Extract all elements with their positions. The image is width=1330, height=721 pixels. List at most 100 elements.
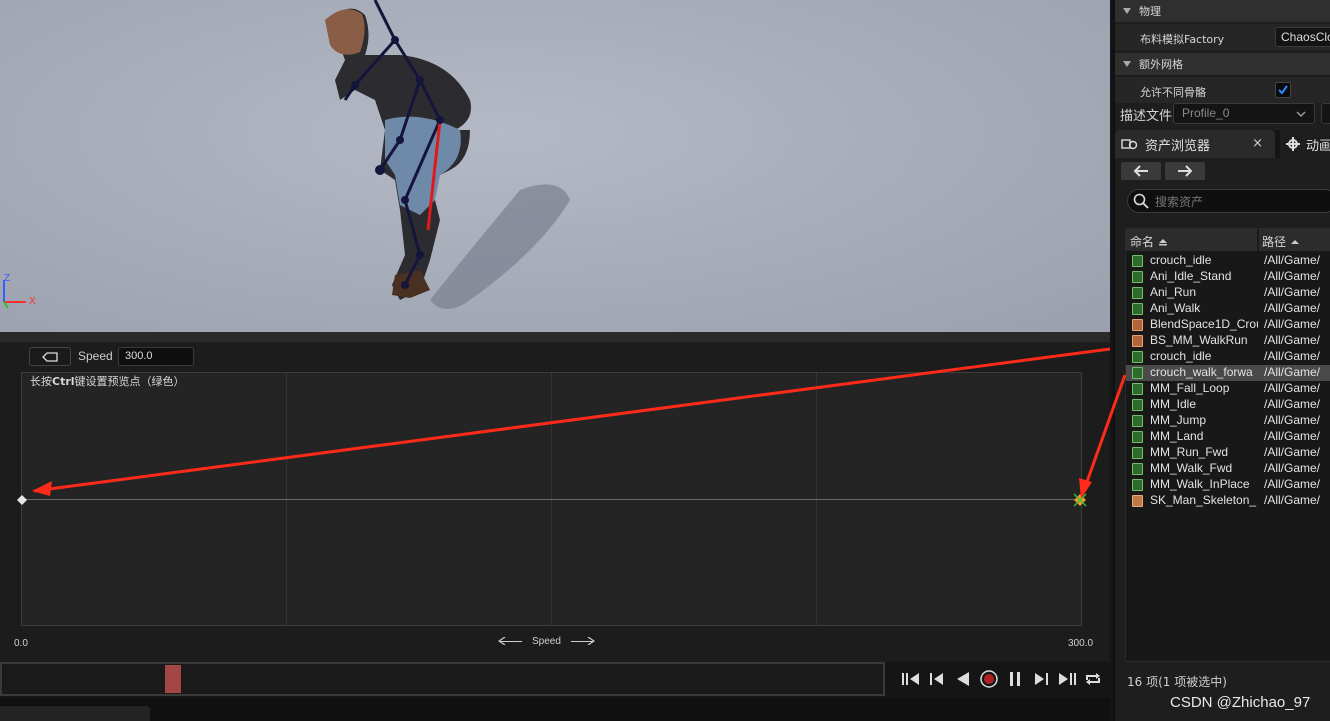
animation-sequence-icon [1132,367,1143,379]
category-title: 物理 [1139,5,1161,18]
sample-axis-line [22,499,1081,500]
play-reverse-button[interactable] [952,667,974,691]
pause-icon [1010,672,1020,686]
asset-path: /All/Game/ [1264,413,1321,427]
asset-row[interactable]: Ani_Walk/All/Game/ [1126,301,1330,317]
skip-to-start-button[interactable] [900,667,922,691]
tag-icon [42,351,58,362]
asset-path: /All/Game/ [1264,285,1321,299]
asset-row[interactable]: Ani_Idle_Stand/All/Game/ [1126,269,1330,285]
profile-row: 描述文件 Profile_0 [1115,102,1330,126]
allow-diff-skeleton-checkbox[interactable] [1275,82,1291,98]
asset-path: /All/Game/ [1264,445,1321,459]
character-figure [325,0,570,309]
speed-input[interactable]: 300.0 [118,347,194,366]
asset-path: /All/Game/ [1264,477,1321,491]
asset-name: crouch_walk_forwa [1150,365,1253,379]
asset-row[interactable]: MM_Idle/All/Game/ [1126,397,1330,413]
property-allow-diff-skeleton: 允许不同骨骼 [1115,77,1330,103]
sort-asc-icon [1291,239,1300,244]
axis-x-label: X [29,296,36,307]
skip-to-end-button[interactable] [1056,667,1078,691]
animation-sequence-icon [1132,415,1143,427]
back-button[interactable] [1121,162,1161,180]
forward-button[interactable] [1165,162,1205,180]
asset-row[interactable]: BlendSpace1D_Crou/All/Game/ [1126,317,1330,333]
cloth-factory-dropdown[interactable]: ChaosClo [1275,27,1330,47]
playhead[interactable] [165,665,181,693]
arrow-right-icon [570,637,595,645]
asset-path: /All/Game/ [1264,429,1321,443]
blendspace-icon [1132,335,1143,347]
animation-sequence-icon [1132,271,1143,283]
tab-asset-browser[interactable]: 资产浏览器 × [1115,130,1275,158]
animation-viewport[interactable]: Z X [0,0,1110,334]
record-button[interactable] [978,667,1000,691]
asset-row[interactable]: crouch_idle/All/Game/ [1126,349,1330,365]
loop-icon [1086,673,1100,685]
asset-path: /All/Game/ [1264,397,1321,411]
skeleton-icon [1132,495,1143,507]
column-separator[interactable] [1257,229,1259,251]
bottom-tab[interactable] [0,706,150,721]
asset-path: /All/Game/ [1264,493,1321,507]
speed-label: Speed [78,349,113,363]
step-forward-button[interactable] [1030,667,1052,691]
sample-point-start[interactable] [16,494,28,506]
category-physics[interactable]: 物理 [1115,0,1330,22]
skip-end-icon [1059,673,1076,685]
right-side-panel: 物理 布料模拟Factory ChaosClo 额外网格 允许不同骨骼 描述文件… [1113,0,1330,721]
asset-row[interactable]: SK_Man_Skeleton_ /All/Game/ [1126,493,1330,509]
bottom-bar [0,698,1110,721]
asset-name: crouch_idle [1150,349,1212,363]
axis-max-value: 300.0 [1068,638,1094,649]
animation-sequence-icon [1132,447,1143,459]
asset-name: BS_MM_WalkRun [1150,333,1248,347]
viewport-divider [0,332,1110,342]
asset-row[interactable]: crouch_walk_forwa/All/Game/ [1126,365,1330,381]
asset-row[interactable]: MM_Fall_Loop/All/Game/ [1126,381,1330,397]
animation-sequence-icon [1132,255,1143,267]
asset-browser-icon [1121,139,1138,150]
category-title: 额外网格 [1139,58,1183,71]
profile-extra-button[interactable] [1321,103,1330,124]
timeline-scrubber[interactable] [0,662,885,696]
property-label: 布料模拟Factory [1140,33,1225,46]
toggle-input-button[interactable] [29,347,71,366]
asset-row[interactable]: MM_Run_Fwd/All/Game/ [1126,445,1330,461]
asset-search-input[interactable]: 搜索资产 [1127,189,1330,213]
asset-row[interactable]: BS_MM_WalkRun/All/Game/ [1126,333,1330,349]
record-icon [980,670,998,688]
axis-min-value: 0.0 [14,638,28,649]
tab-animation[interactable]: 动画 [1280,130,1330,158]
asset-row[interactable]: Ani_Run/All/Game/ [1126,285,1330,301]
arrow-left-icon [498,637,522,645]
column-name-header[interactable]: 命名 [1130,233,1168,250]
column-path-header[interactable]: 路径 [1262,233,1300,250]
property-cloth-factory: 布料模拟Factory ChaosClo [1115,24,1330,50]
asset-row[interactable]: MM_Jump/All/Game/ [1126,413,1330,429]
blendspace-editor: Speed 300.0 长按Ctrl键设置预览点（绿色） 0.0 Speed 3… [0,342,1110,662]
animation-sequence-icon [1132,431,1143,443]
close-icon[interactable]: × [1252,136,1263,151]
animation-sequence-icon [1132,303,1143,315]
watermark: CSDN @Zhichao_97 [1170,694,1311,711]
step-back-icon [930,673,943,685]
profile-label: 描述文件 [1120,109,1173,124]
asset-path: /All/Game/ [1264,333,1321,347]
loop-button[interactable] [1082,667,1104,691]
asset-row[interactable]: MM_Walk_InPlace/All/Game/ [1126,477,1330,493]
asset-row[interactable]: MM_Land/All/Game/ [1126,429,1330,445]
animation-sequence-icon [1132,479,1143,491]
sample-point-end-selected[interactable] [1072,492,1088,508]
profile-dropdown[interactable]: Profile_0 [1173,103,1315,124]
category-extra-mesh[interactable]: 额外网格 [1115,53,1330,75]
asset-row[interactable]: MM_Walk_Fwd/All/Game/ [1126,461,1330,477]
blendspace-grid[interactable]: 长按Ctrl键设置预览点（绿色） [17,372,1087,626]
asset-row[interactable]: crouch_idle/All/Game/ [1126,253,1330,269]
pause-button[interactable] [1004,667,1026,691]
asset-list: 命名 路径 crouch_idle/All/Game/Ani_Idle_Stan… [1125,228,1330,662]
asset-path: /All/Game/ [1264,317,1321,331]
asset-name: MM_Idle [1150,397,1197,411]
step-back-button[interactable] [926,667,948,691]
